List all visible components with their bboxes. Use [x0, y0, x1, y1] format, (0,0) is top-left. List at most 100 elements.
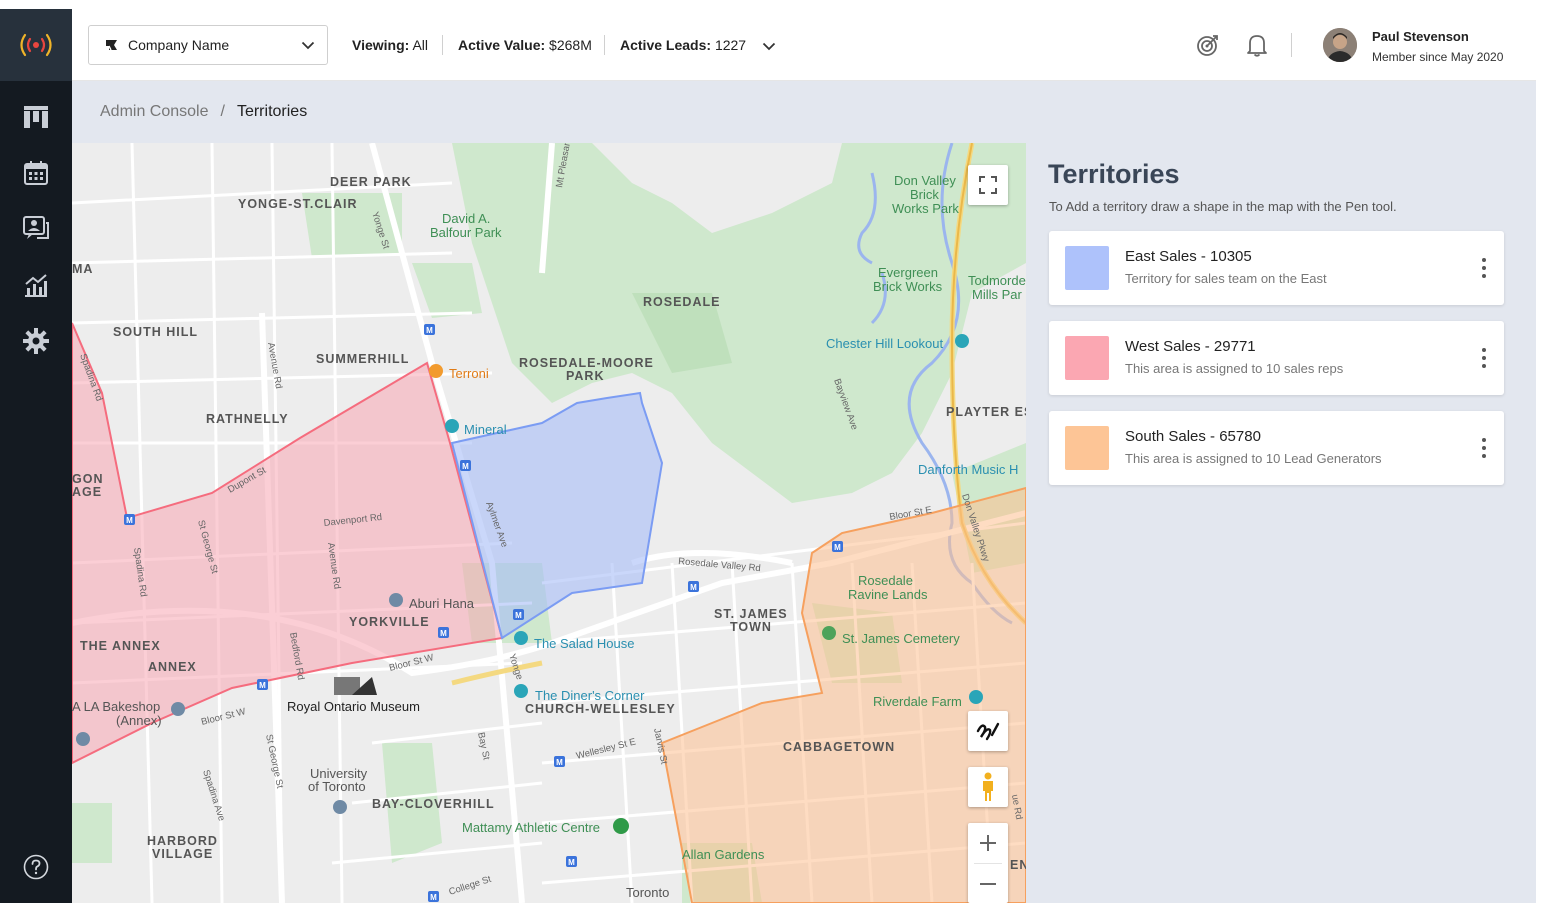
- app-logo[interactable]: [0, 9, 72, 81]
- map-label-the-annex: THE ANNEX: [80, 639, 161, 653]
- map-label-en: EN: [1010, 858, 1026, 872]
- territory-title: South Sales - 65780: [1125, 428, 1261, 445]
- territory-color-swatch: [1065, 426, 1109, 470]
- contacts-icon[interactable]: [22, 215, 50, 243]
- svg-text:M: M: [568, 858, 575, 867]
- map-label-aburi-hana: Aburi Hana: [409, 596, 475, 611]
- map-label-summerhill: SUMMERHILL: [316, 352, 409, 366]
- map-label-david-balfour: David A.: [442, 211, 490, 226]
- calendar-icon[interactable]: [22, 159, 50, 187]
- company-select[interactable]: Company Name: [88, 25, 328, 65]
- map-label-la-bakeshop: A LA Bakeshop: [72, 699, 160, 714]
- flag-icon: [106, 40, 117, 51]
- street-view-pegman-button[interactable]: [968, 767, 1008, 807]
- more-options-icon[interactable]: [1478, 348, 1490, 368]
- map-label-toronto: Toronto: [626, 885, 669, 900]
- territory-description: Territory for sales team on the East: [1125, 271, 1327, 286]
- map-label-age: AGE: [72, 485, 102, 499]
- minus-icon: [980, 882, 996, 885]
- map-label-cabbagetown: CABBAGETOWN: [783, 740, 895, 754]
- territory-description: This area is assigned to 10 Lead Generat…: [1125, 451, 1382, 466]
- avatar[interactable]: [1323, 28, 1357, 62]
- sidebar: [0, 9, 72, 903]
- map-label-terroni: Terroni: [449, 366, 489, 381]
- top-bar: Company Name Viewing: All Active Value: …: [72, 9, 1536, 81]
- territory-map[interactable]: M M M M M M M M M M M DEER PARK YONGE-ST…: [72, 143, 1026, 903]
- stat-divider: [604, 35, 605, 55]
- stat-divider: [442, 35, 443, 55]
- territory-color-swatch: [1065, 246, 1109, 290]
- fullscreen-button[interactable]: [968, 165, 1008, 205]
- territory-title: West Sales - 29771: [1125, 338, 1256, 355]
- svg-text:M: M: [440, 629, 447, 638]
- map-label-todmorden: Todmorde: [968, 273, 1026, 288]
- viewing-label: Viewing:: [352, 37, 410, 53]
- map-label-ma: MA: [72, 262, 93, 276]
- breadcrumb-current: Territories: [236, 103, 308, 120]
- territories-title: Territories: [1048, 159, 1180, 189]
- map-label-diners-corner: The Diner's Corner: [535, 688, 645, 703]
- zoom-out-button[interactable]: [968, 864, 1008, 903]
- map-label-danforth: Danforth Music H: [918, 462, 1018, 477]
- breadcrumb: Admin Console / Territories: [100, 103, 307, 121]
- active-leads-value: 1227: [714, 37, 747, 53]
- help-icon[interactable]: [22, 853, 50, 881]
- header-divider: [1291, 33, 1292, 57]
- settings-icon[interactable]: [22, 327, 50, 355]
- map-label-rathnelly: RATHNELLY: [206, 412, 289, 426]
- map-label-don-valley: Don Valley: [894, 173, 956, 188]
- territory-card[interactable]: West Sales - 29771 This area is assigned…: [1049, 321, 1504, 395]
- stats-expand-chevron-icon[interactable]: [762, 38, 776, 56]
- dashboard-icon[interactable]: [22, 103, 50, 131]
- map-label-bay-cloverhill: BAY-CLOVERHILL: [372, 797, 495, 811]
- map-label-south-hill: SOUTH HILL: [113, 325, 198, 339]
- map-label-annex-paren: (Annex): [116, 713, 162, 728]
- notification-bell-icon[interactable]: [1246, 33, 1268, 62]
- map-label-of-toronto: of Toronto: [308, 779, 366, 794]
- map-label-mills-park: Mills Par: [972, 287, 1023, 302]
- territory-card[interactable]: East Sales - 10305 Territory for sales t…: [1049, 231, 1504, 305]
- pen-draw-icon: [976, 722, 1000, 741]
- active-value-stat: Active Value: $268M: [458, 37, 592, 53]
- map-label-chester-hill: Chester Hill Lookout: [826, 336, 943, 351]
- svg-text:M: M: [515, 611, 522, 620]
- map-label-town: TOWN: [730, 620, 772, 634]
- breadcrumb-admin-console[interactable]: Admin Console: [100, 103, 209, 120]
- target-icon[interactable]: [1196, 33, 1220, 62]
- map-label-st-james: ST. JAMES: [714, 607, 788, 621]
- map-label-rosedale-moore-park: PARK: [566, 369, 605, 383]
- map-label-ravine-lands: Ravine Lands: [848, 587, 928, 602]
- map-label-riverdale-farm: Riverdale Farm: [873, 694, 962, 709]
- territories-subtitle: To Add a territory draw a shape in the m…: [1049, 199, 1397, 214]
- map-label-rosedale-ravine: Rosedale: [858, 573, 913, 588]
- map-label-salad-house: The Salad House: [534, 636, 634, 651]
- more-options-icon[interactable]: [1478, 258, 1490, 278]
- chevron-down-icon: [301, 41, 315, 49]
- svg-text:M: M: [690, 583, 697, 592]
- broadcast-logo-icon: [20, 33, 52, 57]
- map-label-mineral: Mineral: [464, 422, 507, 437]
- map-label-brick: Brick: [910, 187, 939, 202]
- svg-text:M: M: [556, 758, 563, 767]
- svg-text:M: M: [462, 462, 469, 471]
- more-options-icon[interactable]: [1478, 438, 1490, 458]
- territory-title: East Sales - 10305: [1125, 248, 1252, 265]
- map-label-evergreen: Evergreen: [878, 265, 938, 280]
- territory-card[interactable]: South Sales - 65780 This area is assigne…: [1049, 411, 1504, 485]
- user-name[interactable]: Paul Stevenson: [1372, 29, 1469, 44]
- map-label-st-james-cemetery: St. James Cemetery: [842, 631, 960, 646]
- map-label-playter: PLAYTER ES: [946, 405, 1026, 419]
- territory-color-swatch: [1065, 336, 1109, 380]
- map-canvas[interactable]: M M M M M M M M M M M DEER PARK YONGE-ST…: [72, 143, 1026, 903]
- main-content: Admin Console / Territories M M M M M M …: [72, 81, 1536, 903]
- active-value: $268M: [549, 37, 592, 53]
- map-label-gon: GON: [72, 472, 103, 486]
- map-label-allan-gardens: Allan Gardens: [682, 847, 765, 862]
- map-label-rosedale-moore: ROSEDALE-MOORE: [519, 356, 654, 370]
- pen-tool-button[interactable]: [968, 711, 1008, 751]
- app-frame: Company Name Viewing: All Active Value: …: [0, 9, 1536, 903]
- zoom-in-button[interactable]: [968, 823, 1008, 863]
- map-label-annex: ANNEX: [148, 660, 197, 674]
- analytics-icon[interactable]: [22, 271, 50, 299]
- svg-text:M: M: [426, 326, 433, 335]
